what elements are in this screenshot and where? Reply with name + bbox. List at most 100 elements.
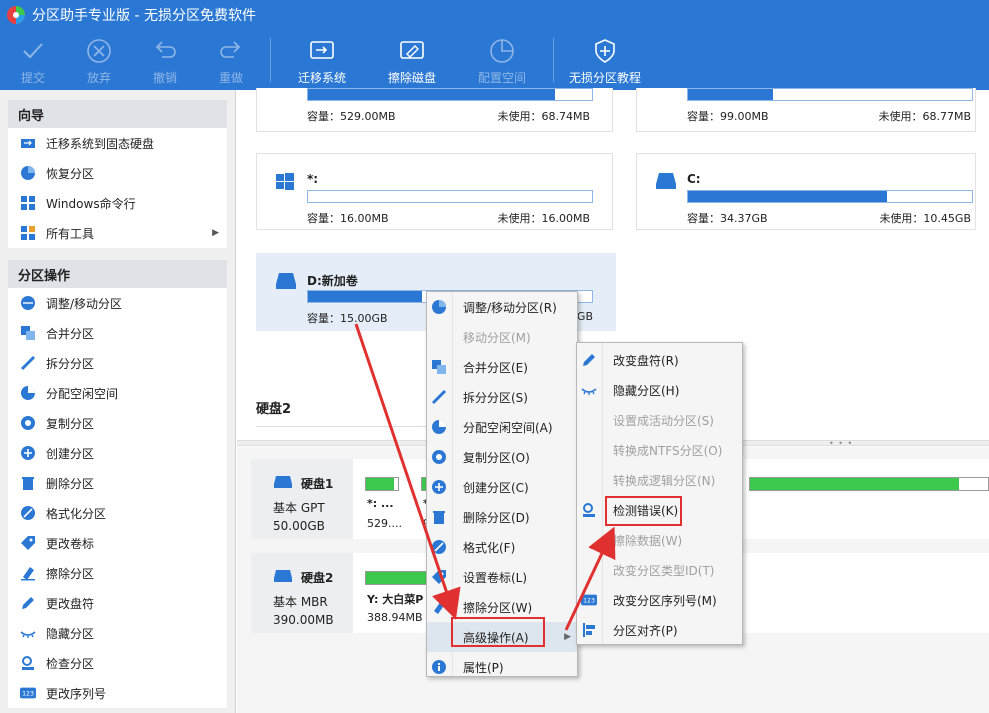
- eraser-icon: [20, 565, 36, 581]
- disk-info: 硬盘1 基本 GPT 50.00GB: [251, 459, 353, 539]
- usage-bar-fill: [688, 89, 774, 100]
- submenu-item-change-letter[interactable]: 改变盘符(R): [577, 345, 742, 375]
- sidebar-item-change-letter[interactable]: 更改盘符: [8, 588, 227, 618]
- info-icon: [431, 659, 447, 675]
- submenu-item-align[interactable]: 分区对齐(P): [577, 615, 742, 645]
- migrate-system-button[interactable]: 迁移系统: [277, 30, 367, 90]
- menu-item-move[interactable]: 移动分区(M): [427, 322, 577, 352]
- sidebar-item-check[interactable]: 检查分区: [8, 648, 227, 678]
- usage-bar-fill: [366, 478, 395, 490]
- allocate-space-button[interactable]: 配置空间: [457, 30, 547, 90]
- sidebar-item-serial[interactable]: 123 更改序列号: [8, 678, 227, 708]
- menu-item-format[interactable]: 格式化(F): [427, 532, 577, 562]
- resize-icon: [20, 295, 36, 311]
- undo-button[interactable]: 撤销: [132, 30, 198, 90]
- sidebar-item-migrate-ssd[interactable]: 迁移系统到固态硬盘: [8, 128, 227, 158]
- disk-partition[interactable]: *: ... 529....: [357, 459, 409, 539]
- usage-bar: [365, 571, 435, 585]
- menu-item-merge[interactable]: 合并分区(E): [427, 352, 577, 382]
- menu-item-properties[interactable]: 属性(P): [427, 652, 577, 682]
- highlight-advanced-ops: [451, 617, 545, 647]
- disk-info: 硬盘2 基本 MBR 390.00MB: [251, 553, 353, 633]
- submenu-item-hide[interactable]: 隐藏分区(H): [577, 375, 742, 405]
- sidebar-item-label[interactable]: 更改卷标: [8, 528, 227, 558]
- commit-button[interactable]: 提交: [0, 30, 66, 90]
- sidebar-item-create[interactable]: 创建分区: [8, 438, 227, 468]
- eye-closed-icon: [20, 625, 36, 641]
- chevron-right-icon: ▶: [212, 228, 219, 238]
- partition-card-msr[interactable]: *: 容量：16.00MB 未使用：16.00MB: [256, 153, 613, 230]
- allocate-icon: [20, 385, 36, 401]
- partition-card-c[interactable]: C: 容量：34.37GB 未使用：10.45GB: [636, 153, 976, 230]
- submenu-item-wipe-data[interactable]: 擦除数据(W): [577, 525, 742, 555]
- redo-button[interactable]: 重做: [198, 30, 264, 90]
- usage-bar: [307, 190, 593, 203]
- sidebar-item-merge[interactable]: 合并分区: [8, 318, 227, 348]
- ntfs-icon: [581, 442, 597, 458]
- sidebar-item-resize[interactable]: 调整/移动分区: [8, 288, 227, 318]
- sidebar-item-windows-cmd[interactable]: Windows命令行: [8, 188, 227, 218]
- merge-icon: [431, 359, 447, 375]
- tag-icon: [431, 569, 447, 585]
- drive-icon: [273, 569, 293, 583]
- ops-group: 分区操作 调整/移动分区 合并分区 拆分分区 分配空闲空间 复制分区 创建分区 …: [8, 260, 227, 708]
- highlight-check-errors: [605, 496, 682, 526]
- advanced-icon: [431, 629, 447, 645]
- sidebar-item-delete[interactable]: 删除分区: [8, 468, 227, 498]
- submenu-item-convert-ntfs[interactable]: 转换成NTFS分区(O): [577, 435, 742, 465]
- usage-bar: [307, 88, 593, 101]
- submenu-item-change-type-id[interactable]: 改变分区类型ID(T): [577, 555, 742, 585]
- wipe-disk-button[interactable]: 擦除磁盘: [367, 30, 457, 90]
- disk2-label: 硬盘2: [256, 402, 292, 417]
- usage-bar: [749, 477, 989, 491]
- align-icon: [581, 622, 597, 638]
- chevron-right-icon: ▶: [564, 632, 571, 642]
- sidebar-item-all-tools[interactable]: 所有工具 ▶: [8, 218, 227, 248]
- sidebar-item-allocate[interactable]: 分配空闲空间: [8, 378, 227, 408]
- menu-item-copy[interactable]: 复制分区(O): [427, 442, 577, 472]
- submenu-item-set-active[interactable]: 设置成活动分区(S): [577, 405, 742, 435]
- tag-icon: [20, 535, 36, 551]
- magnifier-icon: [20, 655, 36, 671]
- allocate-icon: [431, 419, 447, 435]
- menu-item-resize[interactable]: 调整/移动分区(R): [427, 292, 577, 322]
- migrate-drive-icon: [307, 36, 337, 66]
- submenu-item-convert-logical[interactable]: 转换成逻辑分区(N): [577, 465, 742, 495]
- drive-icon: [655, 172, 677, 194]
- sidebar-item-copy[interactable]: 复制分区: [8, 408, 227, 438]
- menu-item-set-label[interactable]: 设置卷标(L): [427, 562, 577, 592]
- tutorial-button[interactable]: 无损分区教程: [560, 30, 650, 90]
- drive-icon: [275, 272, 297, 294]
- menu-item-create[interactable]: 创建分区(C): [427, 472, 577, 502]
- copy-partition-icon: [20, 415, 36, 431]
- sidebar-item-recover-partition[interactable]: 恢复分区: [8, 158, 227, 188]
- disk-partition[interactable]: [741, 459, 989, 539]
- sidebar-item-format[interactable]: 格式化分区: [8, 498, 227, 528]
- serial-number-icon: 123: [581, 592, 597, 608]
- drive-icon: [273, 475, 293, 489]
- usage-bar: [365, 477, 399, 491]
- partition-card[interactable]: 容量：99.00MB 未使用：68.77MB: [636, 88, 976, 132]
- menu-item-split[interactable]: 拆分分区(S): [427, 382, 577, 412]
- partition-card[interactable]: 容量：529.00MB 未使用：68.74MB: [256, 88, 613, 132]
- split-icon: [431, 389, 447, 405]
- sidebar-item-wipe[interactable]: 擦除分区: [8, 558, 227, 588]
- type-id-icon: [581, 562, 597, 578]
- magnifier-icon: [581, 502, 597, 518]
- sidebar-item-hide[interactable]: 隐藏分区: [8, 618, 227, 648]
- shield-plus-icon: [590, 36, 620, 66]
- menu-item-delete[interactable]: 删除分区(D): [427, 502, 577, 532]
- disk-partition[interactable]: Y: 大白菜P 388.94MB N: [357, 553, 437, 633]
- discard-button[interactable]: 放弃: [66, 30, 132, 90]
- sidebar-item-split[interactable]: 拆分分区: [8, 348, 227, 378]
- trash-icon: [20, 475, 36, 491]
- create-partition-icon: [431, 479, 447, 495]
- submenu-item-change-serial[interactable]: 123 改变分区序列号(M): [577, 585, 742, 615]
- merge-icon: [20, 325, 36, 341]
- menu-item-allocate[interactable]: 分配空闲空间(A): [427, 412, 577, 442]
- all-tools-icon: [20, 225, 36, 241]
- pencil-icon: [20, 595, 36, 611]
- redo-icon: [216, 36, 246, 66]
- toolbar: 提交 放弃 撤销 重做 迁移系统 擦除磁盘 配置空间 无损分区教程: [0, 30, 989, 90]
- split-icon: [20, 355, 36, 371]
